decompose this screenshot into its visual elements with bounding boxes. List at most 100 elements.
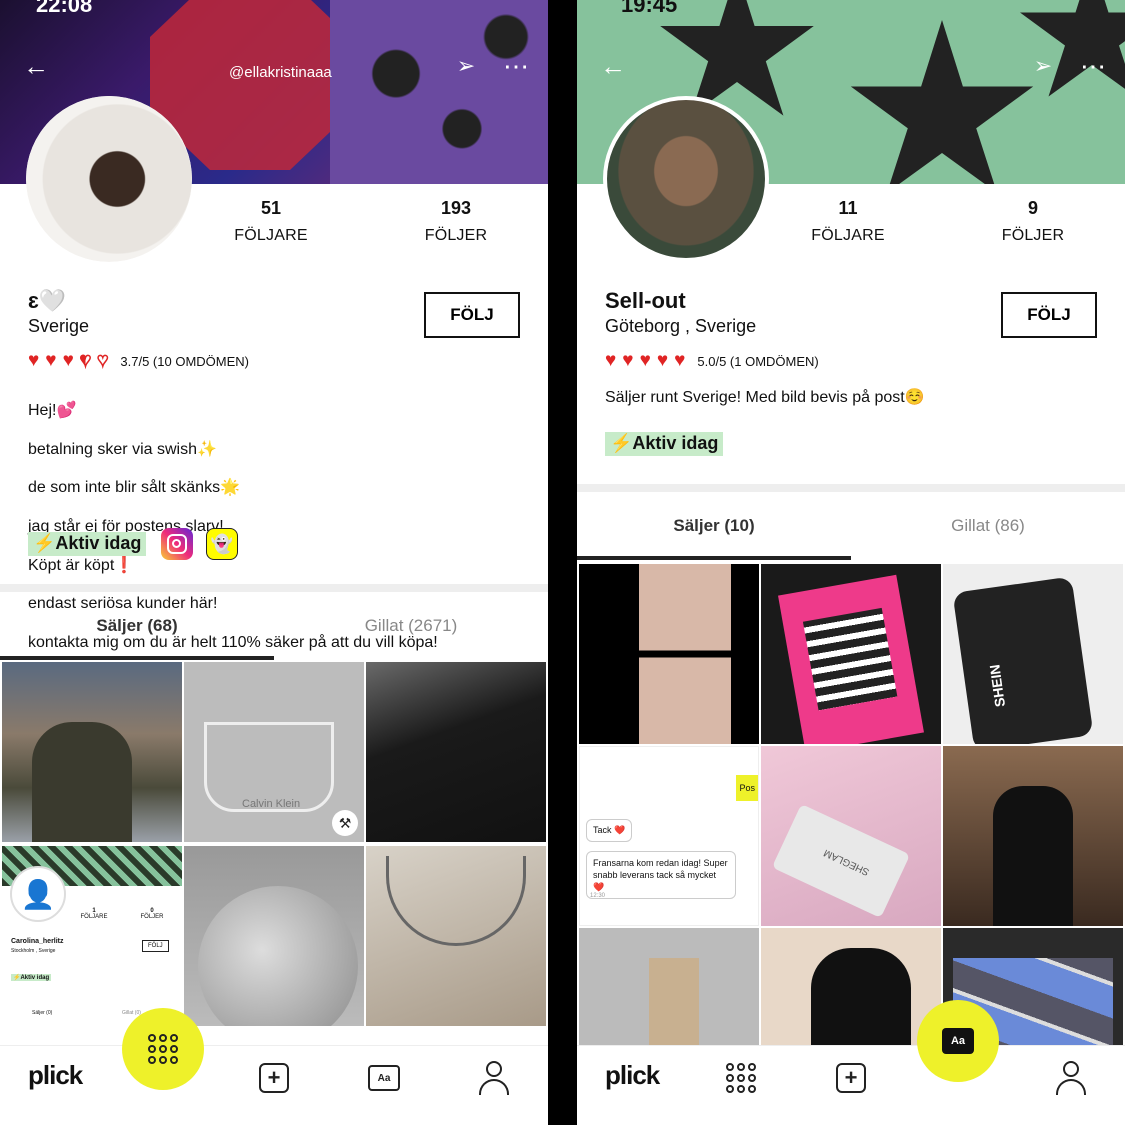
heart-full-icon: ♥: [28, 350, 40, 371]
auction-icon: ⚒: [332, 810, 358, 836]
listing-item[interactable]: 👤 1 FÖLJARE 0 FÖLJER Carolina_herlitz Stoc…: [2, 846, 182, 1026]
listing-photo-lashes: [639, 564, 731, 744]
tab-underline: [577, 556, 851, 560]
snapchat-icon[interactable]: 👻: [206, 528, 238, 560]
listing-item[interactable]: [2, 662, 182, 842]
followers-stat[interactable]: 11 FÖLJARE: [802, 198, 894, 245]
mini-follow-button: FÖLJ: [142, 940, 169, 952]
browse-search-icon[interactable]: [723, 1060, 759, 1096]
heart-full-icon: ♥: [639, 350, 651, 371]
profile-icon[interactable]: [476, 1060, 512, 1096]
following-stat[interactable]: 9 FÖLJER: [987, 198, 1079, 245]
section-divider: [0, 584, 548, 592]
heart-empty-icon: ♥: [96, 350, 109, 371]
profile-location: Göteborg , Sverige: [605, 316, 757, 336]
listing-photo-jacket: [32, 722, 132, 842]
avatar[interactable]: [603, 96, 769, 262]
sheglam-label: SHEGLAM: [822, 846, 872, 878]
tab-liked[interactable]: Gillat (2671): [274, 616, 548, 636]
messages-label: Aa: [368, 1065, 400, 1091]
chat-message-1: Tack ❤️: [586, 819, 633, 842]
listing-item[interactable]: [579, 564, 759, 744]
following-count: 9: [1027, 198, 1038, 218]
profile-icon[interactable]: [1053, 1060, 1089, 1096]
heart-half-icon: ♥: [79, 350, 92, 371]
listing-photo-phone-case: SHEIN: [952, 576, 1094, 744]
chat-time: 12:30: [590, 893, 606, 899]
bio-line: endast seriösa kunder här!: [28, 595, 218, 613]
listing-item[interactable]: [761, 564, 941, 744]
follow-button[interactable]: FÖLJ: [424, 292, 520, 338]
avatar-image: [26, 96, 192, 262]
instagram-icon[interactable]: [161, 528, 193, 560]
listing-item[interactable]: [184, 846, 364, 1026]
heart-full-icon: ♥: [622, 350, 634, 371]
browse-search-icon: [148, 1034, 178, 1064]
messages-icon: Aa: [942, 1028, 974, 1054]
listing-photo-coat: [993, 786, 1073, 926]
rating-row[interactable]: ♥ ♥ ♥ ♥ ♥ 3.7/5 (10 OMDÖMEN): [28, 350, 249, 371]
mini-followers-label: FÖLJARE: [80, 914, 108, 920]
rating-text: 3.7/5 (10 OMDÖMEN): [120, 353, 249, 369]
listing-item[interactable]: Pos Tack ❤️ Fransarna kom redan idag! Su…: [579, 746, 759, 926]
listing-photo-mirror: [198, 886, 358, 1026]
profile-name: Sell-out: [605, 288, 686, 313]
followers-stat[interactable]: 51 FÖLJARE: [225, 198, 317, 245]
profile-bio: Säljer runt Sverige! Med bild bevis på p…: [605, 389, 925, 406]
tab-liked[interactable]: Gillat (86): [851, 516, 1125, 536]
profile-name: ɛ🤍: [28, 288, 67, 313]
heart-full-icon: ♥: [674, 350, 686, 371]
listing-photo-sheglam: SHEGLAM: [771, 803, 911, 919]
listing-item[interactable]: Calvin Klein ⚒: [184, 662, 364, 842]
share-icon[interactable]: ➢: [1027, 50, 1059, 82]
following-count: 193: [440, 198, 472, 218]
right-profile-screen: 19:45 ← ➢ ⋯ 11 FÖLJARE 9 FÖLJER Sell-out…: [577, 0, 1125, 1125]
listing-item[interactable]: [366, 846, 546, 1026]
listing-item[interactable]: SHEIN: [943, 564, 1123, 744]
followers-label: FÖLJARE: [234, 227, 308, 244]
more-options-icon[interactable]: ⋯: [1077, 50, 1109, 82]
listing-item[interactable]: SHEGLAM: [761, 746, 941, 926]
mini-following: 0 FÖLJER: [138, 908, 166, 920]
plick-logo[interactable]: plick: [28, 1060, 83, 1091]
bio-line: de som inte blir sålt skänks🌟: [28, 479, 240, 497]
mini-active-badge: ⚡Aktiv idag: [11, 974, 52, 981]
messages-icon[interactable]: Aa: [366, 1060, 402, 1096]
more-options-icon[interactable]: ⋯: [500, 50, 532, 82]
status-time: 19:45: [621, 0, 678, 17]
chat-bubble-right: Pos: [736, 775, 758, 801]
listing-item[interactable]: [943, 746, 1123, 926]
mini-name: Carolina_herlitz: [11, 938, 64, 945]
share-icon[interactable]: ➢: [450, 50, 482, 82]
plick-logo[interactable]: plick: [605, 1060, 660, 1091]
bio-line: Hej!💕: [28, 402, 77, 420]
tab-selling[interactable]: Säljer (10): [577, 516, 851, 536]
followers-count: 11: [838, 198, 858, 218]
rating-row[interactable]: ♥ ♥ ♥ ♥ ♥ 5.0/5 (1 OMDÖMEN): [605, 350, 819, 371]
following-label: FÖLJER: [424, 227, 488, 244]
back-arrow-icon[interactable]: ←: [597, 50, 629, 82]
followers-label: FÖLJARE: [811, 227, 885, 244]
follow-button[interactable]: FÖLJ: [1001, 292, 1097, 338]
chat-message-2: Fransarna kom redan idag! Super snabb le…: [586, 851, 736, 899]
mini-followers: 1 FÖLJARE: [80, 908, 108, 920]
star-decoration: [850, 20, 1034, 184]
listing-item[interactable]: [366, 662, 546, 842]
listing-photo-lash-box: [778, 574, 924, 744]
browse-search-fab[interactable]: [122, 1008, 204, 1090]
avatar-image: [607, 100, 765, 258]
messages-fab[interactable]: Aa: [917, 1000, 999, 1082]
tab-selling[interactable]: Säljer (68): [0, 616, 274, 636]
active-today-badge: ⚡Aktiv idag: [605, 432, 724, 456]
heart-full-icon: ♥: [605, 350, 617, 371]
username-handle: @ellakristinaaa: [229, 64, 332, 81]
left-profile-screen: 22:08 ← @ellakristinaaa ➢ ⋯ 51 FÖLJARE 1…: [0, 0, 548, 1125]
add-listing-icon[interactable]: +: [256, 1060, 292, 1096]
heart-full-icon: ♥: [45, 350, 57, 371]
back-arrow-icon[interactable]: ←: [20, 50, 52, 82]
heart-full-icon: ♥: [62, 350, 74, 371]
mini-location: Stockholm , Sverige: [11, 948, 56, 954]
avatar[interactable]: [26, 96, 192, 262]
following-stat[interactable]: 193 FÖLJER: [410, 198, 502, 245]
add-listing-icon[interactable]: +: [833, 1060, 869, 1096]
